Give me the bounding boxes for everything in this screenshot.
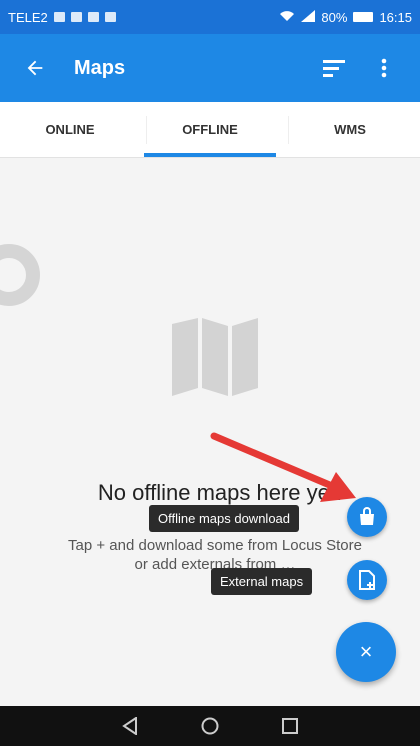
nav-back-button[interactable] — [115, 711, 145, 741]
battery-icon — [353, 12, 374, 22]
nav-home-button[interactable] — [195, 711, 225, 741]
battery-percent: 80% — [321, 9, 348, 25]
app-bar: Maps — [0, 34, 420, 102]
page-title: Maps — [74, 56, 126, 79]
external-maps-button[interactable] — [347, 560, 387, 600]
more-vert-icon — [381, 58, 387, 78]
sort-icon — [323, 60, 345, 77]
close-icon: × — [359, 639, 373, 664]
offline-maps-download-button[interactable] — [347, 497, 387, 537]
offline-maps-download-label[interactable]: Offline maps download — [149, 505, 300, 532]
notification-icon — [53, 12, 65, 22]
external-maps-label[interactable]: External maps — [211, 568, 313, 595]
scroll-handle-icon[interactable] — [0, 244, 40, 306]
tab-online[interactable]: ONLINE — [0, 102, 140, 157]
square-recents-icon — [282, 718, 298, 734]
circle-home-icon — [201, 717, 219, 735]
annotation-arrow-icon — [210, 430, 360, 515]
back-button[interactable] — [0, 34, 70, 102]
system-nav-bar — [0, 706, 420, 746]
tab-offline[interactable]: OFFLINE — [140, 102, 280, 157]
add-file-icon — [359, 570, 375, 590]
notification-icon — [104, 12, 116, 22]
tab-divider — [288, 116, 289, 144]
more-options-button[interactable] — [366, 50, 402, 86]
map-icon — [172, 318, 258, 401]
tab-wms[interactable]: WMS — [280, 102, 420, 157]
status-bar: TELE2 80% 16:15 — [0, 0, 420, 34]
clock: 16:15 — [379, 9, 412, 25]
triangle-back-icon — [122, 717, 137, 735]
tab-divider — [146, 116, 147, 144]
wifi-icon — [279, 10, 295, 25]
tab-bar: ONLINE OFFLINE WMS — [0, 102, 420, 158]
signal-icon — [301, 9, 316, 25]
store-bag-icon — [360, 507, 374, 525]
notification-icon — [70, 12, 82, 22]
arrow-back-icon — [27, 60, 43, 76]
fab-close-button[interactable]: × — [336, 622, 396, 682]
sort-button[interactable] — [316, 50, 352, 86]
maps-screen: TELE2 80% 16:15 Maps ONLINE OFFLINE WMS … — [0, 0, 420, 746]
nav-recents-button[interactable] — [275, 711, 305, 741]
carrier-label: TELE2 — [8, 9, 48, 25]
empty-state-line1: Tap + and download some from Locus Store — [68, 537, 362, 554]
notification-icon — [87, 12, 99, 22]
